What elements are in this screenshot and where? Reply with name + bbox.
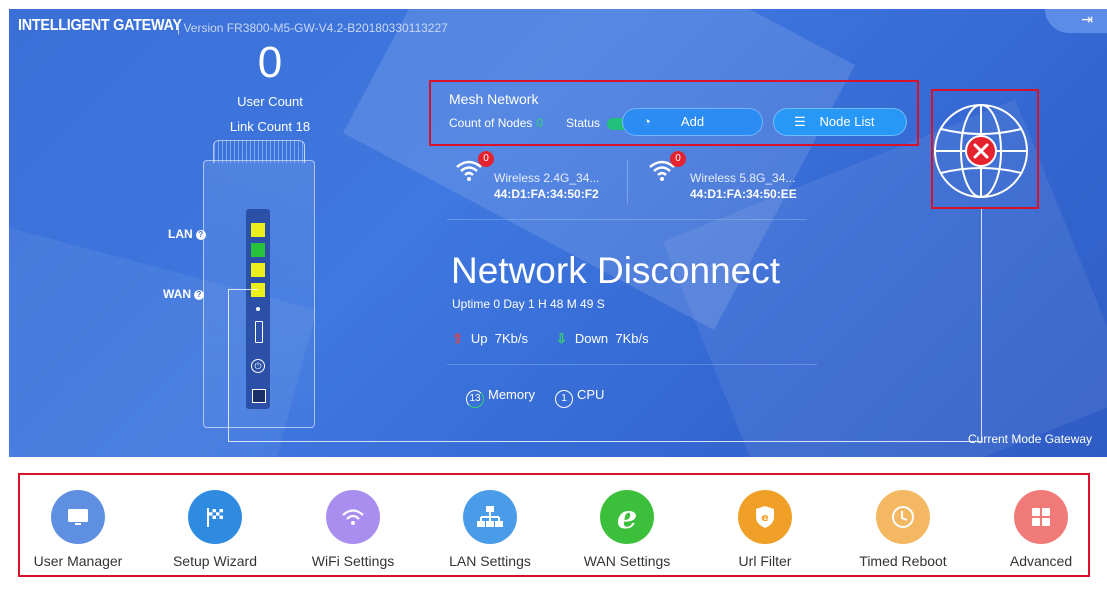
network-status: Network Disconnect	[451, 250, 781, 291]
wan-settings-button[interactable]: e WAN Settings	[567, 490, 687, 569]
user-manager-button[interactable]: User Manager	[18, 490, 138, 569]
lan-settings-button[interactable]: LAN Settings	[430, 490, 550, 569]
lan-label: LAN?	[168, 227, 206, 241]
mesh-status-label: Status	[566, 116, 601, 130]
status-led	[256, 307, 260, 311]
url-filter-button[interactable]: e Url Filter	[705, 490, 825, 569]
brand-title: INTELLIGENT GATEWAY	[18, 17, 182, 34]
mesh-add-button[interactable]: ◔ Add	[622, 108, 763, 136]
shield-icon: e	[738, 490, 792, 544]
wifi-2g-mac: 44:D1:FA:34:50:F2	[494, 187, 599, 201]
down-arrow-icon: ⇩	[556, 331, 567, 346]
clock-icon	[876, 490, 930, 544]
wifi-icon	[326, 490, 380, 544]
uptime: Uptime 0 Day 1 H 48 M 49 S	[452, 297, 605, 311]
dc-jack	[252, 389, 266, 403]
wan-connector-line	[228, 441, 981, 442]
user-count-label: User Count	[237, 94, 303, 109]
user-count-value: 0	[257, 38, 283, 87]
wifi-5g-mac: 44:D1:FA:34:50:EE	[690, 187, 797, 201]
wifi-settings-button[interactable]: WiFi Settings	[293, 490, 413, 569]
download-speed: ⇩ Down 7Kb/s	[556, 331, 649, 346]
wan-label: WAN?	[163, 287, 204, 301]
svg-text:e: e	[761, 511, 768, 524]
network-icon	[463, 490, 517, 544]
flag-icon	[188, 490, 242, 544]
memory-usage: 13 Memory	[466, 387, 535, 408]
top-bar: INTELLIGENT GATEWAY | Version FR3800-M5-…	[9, 9, 1107, 43]
lan-port-3	[251, 263, 265, 277]
wifi-2g-client-badge: 0	[478, 151, 494, 167]
wan-port	[251, 283, 265, 297]
ie-icon: e	[600, 490, 654, 544]
wifi-5g-name: Wireless 5.8G_34...	[690, 171, 796, 185]
memory-gauge: 13	[466, 390, 484, 408]
lan-port-2	[251, 243, 265, 257]
wan-connector-line	[228, 289, 258, 290]
divider	[627, 160, 628, 204]
cpu-usage: 1 CPU	[555, 387, 604, 408]
up-arrow-icon: ⇧	[452, 331, 463, 346]
logout-icon: ⇥	[1081, 11, 1093, 27]
wan-help-icon[interactable]: ?	[194, 290, 204, 300]
link-count: Link Count 18	[229, 119, 311, 134]
divider	[447, 219, 807, 220]
globe-icon	[934, 104, 1028, 198]
lan-help-icon[interactable]: ?	[195, 230, 206, 240]
power-icon: ⏻	[251, 359, 265, 373]
node-list-button[interactable]: ☰ Node List	[773, 108, 907, 136]
cpu-gauge: 1	[555, 390, 573, 408]
lan-port-1	[251, 223, 265, 237]
upload-speed: ⇧ Up 7Kb/s	[452, 331, 529, 346]
mesh-network-title: Mesh Network	[449, 91, 539, 107]
wan-connector-line	[228, 289, 229, 441]
firmware-version: | Version FR3800-M5-GW-V4.2-B20180330113…	[177, 21, 448, 35]
logout-button[interactable]: ⇥	[1045, 9, 1107, 33]
timed-reboot-button[interactable]: Timed Reboot	[843, 490, 963, 569]
gateway-connector-line	[981, 209, 982, 441]
device-port-panel: ⏻	[246, 209, 270, 409]
usb-port	[255, 321, 263, 343]
node-count: Count of Nodes 0	[449, 116, 544, 130]
current-mode: Current Mode Gateway	[968, 432, 1093, 446]
advanced-button[interactable]: Advanced	[981, 490, 1101, 569]
divider	[447, 364, 817, 365]
wifi-2g-name: Wireless 2.4G_34...	[494, 171, 600, 185]
grid-icon	[1014, 490, 1068, 544]
wifi-5g-client-badge: 0	[670, 151, 686, 167]
setup-wizard-button[interactable]: Setup Wizard	[155, 490, 275, 569]
monitor-icon	[51, 490, 105, 544]
